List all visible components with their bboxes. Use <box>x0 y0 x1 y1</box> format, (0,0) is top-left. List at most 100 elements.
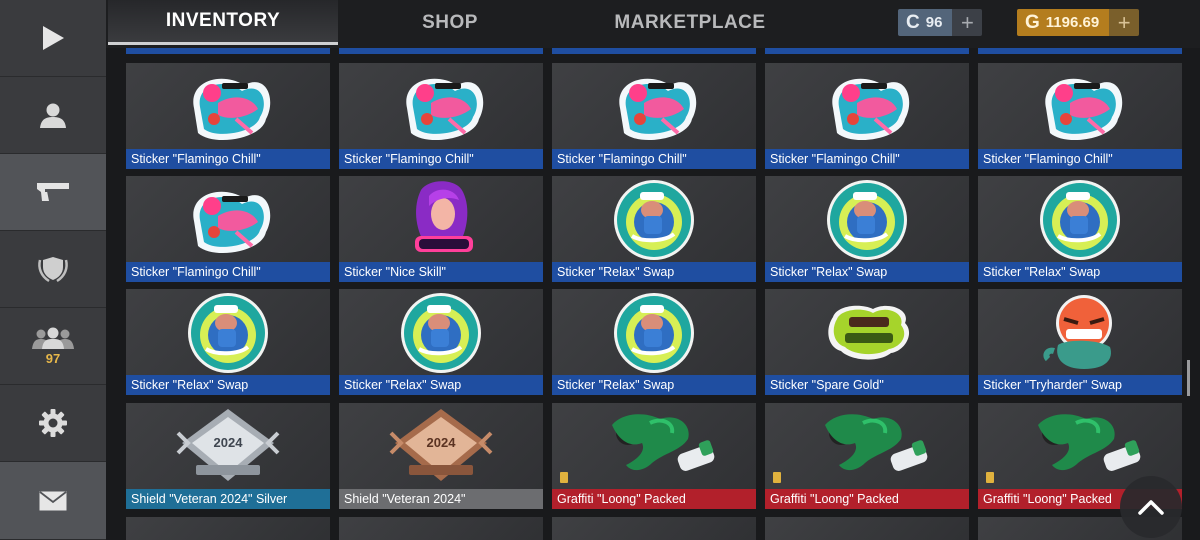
sidebar-item-settings[interactable] <box>0 385 106 462</box>
partial-row-bottom[interactable] <box>552 517 756 540</box>
item-name: Shield "Veteran 2024" <box>339 489 543 509</box>
silver-balance: C 96 + <box>898 9 983 36</box>
item-name: Sticker "Relax" Swap <box>126 375 330 395</box>
inventory-item[interactable]: Sticker "Flamingo Chill" <box>978 63 1182 169</box>
tab-shop[interactable]: SHOP <box>338 0 562 45</box>
partial-row-top <box>978 48 1182 54</box>
sidebar: 97 <box>0 0 106 540</box>
inventory-item[interactable]: Sticker "Tryharder" Swap <box>978 289 1182 395</box>
gear-icon <box>39 409 67 437</box>
item-image <box>552 403 756 489</box>
sidebar-item-mail[interactable] <box>0 462 106 540</box>
item-image <box>978 176 1182 262</box>
add-gold-button[interactable]: + <box>1109 9 1140 36</box>
item-name: Sticker "Relax" Swap <box>339 375 543 395</box>
inventory-item[interactable]: Sticker "Relax" Swap <box>339 289 543 395</box>
inventory-item[interactable]: Sticker "Flamingo Chill" <box>552 63 756 169</box>
partial-row-top <box>339 48 543 54</box>
item-image <box>978 289 1182 375</box>
partial-row-bottom[interactable] <box>339 517 543 540</box>
item-name: Sticker "Relax" Swap <box>552 375 756 395</box>
add-silver-button[interactable]: + <box>952 9 983 36</box>
sidebar-item-play[interactable] <box>0 0 106 77</box>
gold-amount: 1196.69 <box>1045 14 1100 31</box>
item-image <box>765 176 969 262</box>
item-name: Sticker "Nice Skill" <box>339 262 543 282</box>
item-name: Sticker "Relax" Swap <box>552 262 756 282</box>
item-image <box>126 176 330 262</box>
tab-marketplace[interactable]: MARKETPLACE <box>562 0 818 45</box>
packed-badge-icon <box>560 472 568 483</box>
silver-amount: 96 <box>925 14 943 31</box>
inventory-item[interactable]: Sticker "Nice Skill" <box>339 176 543 282</box>
mail-icon <box>39 490 67 510</box>
shield-year: 2024 <box>426 435 456 450</box>
item-name: Sticker "Spare Gold" <box>765 375 969 395</box>
sidebar-item-friends[interactable]: 97 <box>0 308 106 385</box>
packed-badge-icon <box>986 472 994 483</box>
item-image <box>765 289 969 375</box>
item-name: Sticker "Relax" Swap <box>765 262 969 282</box>
item-name: Sticker "Relax" Swap <box>978 262 1182 282</box>
item-image <box>552 289 756 375</box>
top-bar: INVENTORY SHOP MARKETPLACE C 96 + G 1196… <box>106 0 1200 48</box>
inventory-item[interactable]: Sticker "Relax" Swap <box>126 289 330 395</box>
pistol-icon <box>37 183 69 201</box>
item-name: Sticker "Flamingo Chill" <box>126 149 330 169</box>
item-name: Sticker "Flamingo Chill" <box>126 262 330 282</box>
partial-row-top <box>126 48 330 54</box>
silver-coin-icon: C <box>906 11 920 33</box>
item-name: Sticker "Flamingo Chill" <box>339 149 543 169</box>
item-name: Shield "Veteran 2024" Silver <box>126 489 330 509</box>
inventory-item[interactable]: Graffiti "Loong" Packed <box>552 403 756 509</box>
scrollbar-thumb[interactable] <box>1187 360 1190 396</box>
inventory-item[interactable]: Sticker "Flamingo Chill" <box>765 63 969 169</box>
tab-inventory[interactable]: INVENTORY <box>108 0 338 45</box>
inventory-item[interactable]: Sticker "Relax" Swap <box>978 176 1182 282</box>
packed-badge-icon <box>773 472 781 483</box>
inventory-item[interactable]: Sticker "Flamingo Chill" <box>339 63 543 169</box>
user-icon <box>40 103 66 128</box>
item-image <box>978 63 1182 149</box>
chevron-up-icon <box>1138 500 1164 515</box>
item-image <box>339 176 543 262</box>
partial-row-top <box>552 48 756 54</box>
inventory-item[interactable]: 2024 Shield "Veteran 2024" <box>339 403 543 509</box>
sidebar-item-ranks[interactable] <box>0 231 106 308</box>
friends-count: 97 <box>45 350 61 366</box>
gold-balance: G 1196.69 + <box>1017 9 1140 36</box>
sidebar-item-weapons[interactable] <box>0 154 106 231</box>
item-name: Sticker "Flamingo Chill" <box>765 149 969 169</box>
scroll-to-top-button[interactable] <box>1120 476 1182 538</box>
inventory-item[interactable]: Sticker "Relax" Swap <box>552 289 756 395</box>
sidebar-item-profile[interactable] <box>0 77 106 154</box>
item-image <box>765 403 969 489</box>
inventory-grid: Sticker "Flamingo Chill" Sticker "Flaming… <box>106 48 1200 540</box>
item-name: Graffiti "Loong" Packed <box>552 489 756 509</box>
gold-coin-icon: G <box>1025 11 1040 33</box>
partial-row-bottom[interactable] <box>126 517 330 540</box>
inventory-item[interactable]: 2024 Shield "Veteran 2024" Silver <box>126 403 330 509</box>
inventory-item[interactable]: Graffiti "Loong" Packed <box>765 403 969 509</box>
inventory-item[interactable]: Sticker "Flamingo Chill" <box>126 63 330 169</box>
inventory-item[interactable]: Sticker "Relax" Swap <box>765 176 969 282</box>
partial-row-bottom[interactable] <box>765 517 969 540</box>
item-image <box>552 63 756 149</box>
item-image <box>552 176 756 262</box>
shield-year: 2024 <box>213 435 243 450</box>
play-icon <box>43 26 64 50</box>
inventory-item[interactable]: Sticker "Relax" Swap <box>552 176 756 282</box>
partial-row-top <box>765 48 969 54</box>
item-name: Graffiti "Loong" Packed <box>765 489 969 509</box>
friends-icon <box>32 327 74 349</box>
item-image <box>339 63 543 149</box>
item-image <box>126 289 330 375</box>
item-image <box>339 289 543 375</box>
shield-laurel-icon <box>38 257 68 283</box>
item-name: Sticker "Flamingo Chill" <box>978 149 1182 169</box>
item-image <box>765 63 969 149</box>
inventory-item[interactable]: Sticker "Flamingo Chill" <box>126 176 330 282</box>
item-name: Sticker "Tryharder" Swap <box>978 375 1182 395</box>
inventory-item[interactable]: Sticker "Spare Gold" <box>765 289 969 395</box>
item-image <box>126 63 330 149</box>
